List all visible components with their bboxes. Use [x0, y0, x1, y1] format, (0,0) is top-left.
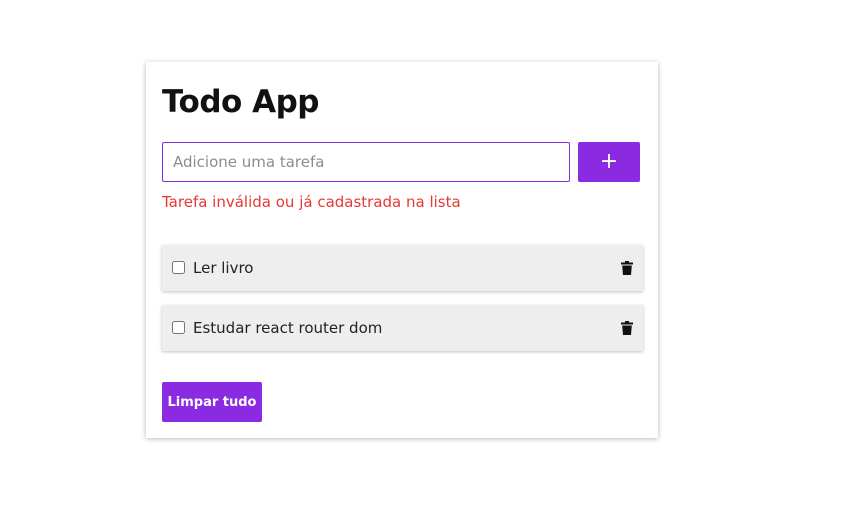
task-item: Estudar react router dom	[162, 305, 643, 351]
task-checkbox[interactable]	[172, 321, 185, 334]
task-list: Ler livro Estudar react router dom	[162, 245, 643, 365]
page-title: Todo App	[162, 84, 319, 120]
clear-all-button[interactable]: Limpar tudo	[162, 382, 262, 422]
task-label: Ler livro	[193, 259, 254, 277]
todo-card: Todo App + Tarefa inválida ou já cadastr…	[146, 62, 658, 438]
trash-icon[interactable]	[621, 261, 633, 275]
task-label: Estudar react router dom	[193, 319, 383, 337]
error-message: Tarefa inválida ou já cadastrada na list…	[162, 193, 461, 211]
task-checkbox[interactable]	[172, 261, 185, 274]
trash-icon[interactable]	[621, 321, 633, 335]
task-item: Ler livro	[162, 245, 643, 291]
add-task-button[interactable]: +	[578, 142, 640, 182]
task-input[interactable]	[162, 142, 570, 182]
